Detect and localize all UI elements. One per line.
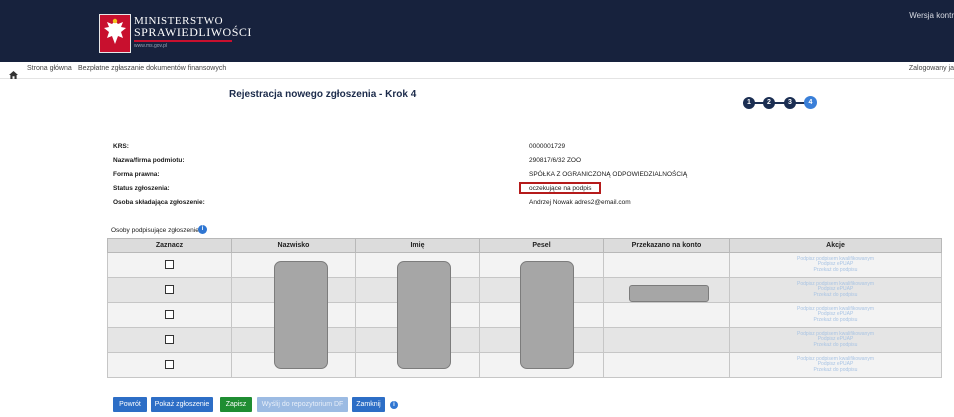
forward-to-sign-link[interactable]: Przekaż do podpisu xyxy=(730,267,941,274)
status-label: Status zgłoszenia: xyxy=(113,185,170,192)
logo-url: www.ms.gov.pl xyxy=(134,43,167,49)
redacted-first-name-block xyxy=(397,261,451,369)
send-to-repository-button[interactable]: Wyślij do repozytorium DF xyxy=(257,397,348,412)
select-cell xyxy=(107,327,232,353)
redacted-surname-block xyxy=(274,261,328,369)
entity-name-value: 290817/6/32 ZOO xyxy=(529,157,582,164)
signers-section-label: Osoby podpisujące zgłoszenie xyxy=(111,227,199,234)
breadcrumb-current[interactable]: Bezpłatne zgłaszanie dokumentów finansow… xyxy=(78,65,226,72)
row-checkbox[interactable] xyxy=(165,334,174,344)
show-submission-button[interactable]: Pokaż zgłoszenie xyxy=(151,397,213,412)
row-checkbox[interactable] xyxy=(165,284,174,294)
column-header-pesel: Pesel xyxy=(479,238,604,253)
submitter-label: Osoba składająca zgłoszenie: xyxy=(113,199,205,206)
logged-in-user: Zalogowany ja xyxy=(908,65,954,72)
column-header-surname: Nazwisko xyxy=(231,238,356,253)
version-text: Wersja kontr xyxy=(909,11,954,20)
select-cell xyxy=(107,302,232,328)
back-button[interactable]: Powrót xyxy=(113,397,147,412)
select-cell xyxy=(107,277,232,303)
breadcrumb: Strona główna Bezpłatne zgłaszanie dokum… xyxy=(0,62,954,79)
page-title: Rejestracja nowego zgłoszenia - Krok 4 xyxy=(229,89,417,100)
step-4-active: 4 xyxy=(804,96,817,109)
transferred-cell xyxy=(603,252,730,278)
transferred-cell xyxy=(603,327,730,353)
row-checkbox[interactable] xyxy=(165,359,174,369)
actions-cell: Podpisz podpisem kwalifikowanym Podpisz … xyxy=(729,327,942,353)
krs-label: KRS: xyxy=(113,143,129,150)
actions-cell: Podpisz podpisem kwalifikowanym Podpisz … xyxy=(729,252,942,278)
actions-cell: Podpisz podpisem kwalifikowanym Podpisz … xyxy=(729,352,942,378)
step-1: 1 xyxy=(743,97,755,109)
column-header-actions: Akcje xyxy=(729,238,942,253)
step-indicator: 1 2 3 4 xyxy=(743,96,817,110)
redacted-account-block xyxy=(629,285,709,302)
column-header-transferred: Przekazano na konto xyxy=(603,238,730,253)
transferred-cell xyxy=(603,302,730,328)
top-header: MINISTERSTWO SPRAWIEDLIWOŚCI www.ms.gov.… xyxy=(0,0,954,62)
forward-to-sign-link[interactable]: Przekaż do podpisu xyxy=(730,367,941,374)
forward-to-sign-link[interactable]: Przekaż do podpisu xyxy=(730,342,941,349)
krs-value: 0000001729 xyxy=(529,143,566,150)
close-button[interactable]: Zamknij xyxy=(352,397,385,412)
actions-cell: Podpisz podpisem kwalifikowanym Podpisz … xyxy=(729,302,942,328)
row-checkbox[interactable] xyxy=(165,309,174,319)
step-connector xyxy=(749,102,811,104)
redacted-pesel-block xyxy=(520,261,574,369)
eagle-emblem-icon xyxy=(99,14,131,53)
status-value: oczekujące na podpis xyxy=(529,185,592,192)
info-icon[interactable]: i xyxy=(198,225,207,234)
column-header-first-name: Imię xyxy=(355,238,480,253)
home-icon[interactable] xyxy=(9,66,18,84)
legal-form-value: SPÓŁKA Z OGRANICZONĄ ODPOWIEDZIALNOŚCIĄ xyxy=(529,171,688,178)
save-button[interactable]: Zapisz xyxy=(220,397,252,412)
transferred-cell xyxy=(603,352,730,378)
column-header-select: Zaznacz xyxy=(107,238,232,253)
step-3: 3 xyxy=(784,97,796,109)
select-cell xyxy=(107,252,232,278)
entity-name-label: Nazwa/firma podmiotu: xyxy=(113,157,185,164)
info-icon[interactable]: i xyxy=(390,401,398,409)
logo-divider xyxy=(134,40,232,42)
forward-to-sign-link[interactable]: Przekaż do podpisu xyxy=(730,292,941,299)
step-2: 2 xyxy=(763,97,775,109)
breadcrumb-home-link[interactable]: Strona główna xyxy=(27,65,72,72)
submitter-value: Andrzej Nowak adres2@email.com xyxy=(529,199,631,206)
actions-cell: Podpisz podpisem kwalifikowanym Podpisz … xyxy=(729,277,942,303)
forward-to-sign-link[interactable]: Przekaż do podpisu xyxy=(730,317,941,324)
logo-text-justice: SPRAWIEDLIWOŚCI xyxy=(134,25,252,39)
select-cell xyxy=(107,352,232,378)
legal-form-label: Forma prawna: xyxy=(113,171,160,178)
row-checkbox[interactable] xyxy=(165,259,174,269)
